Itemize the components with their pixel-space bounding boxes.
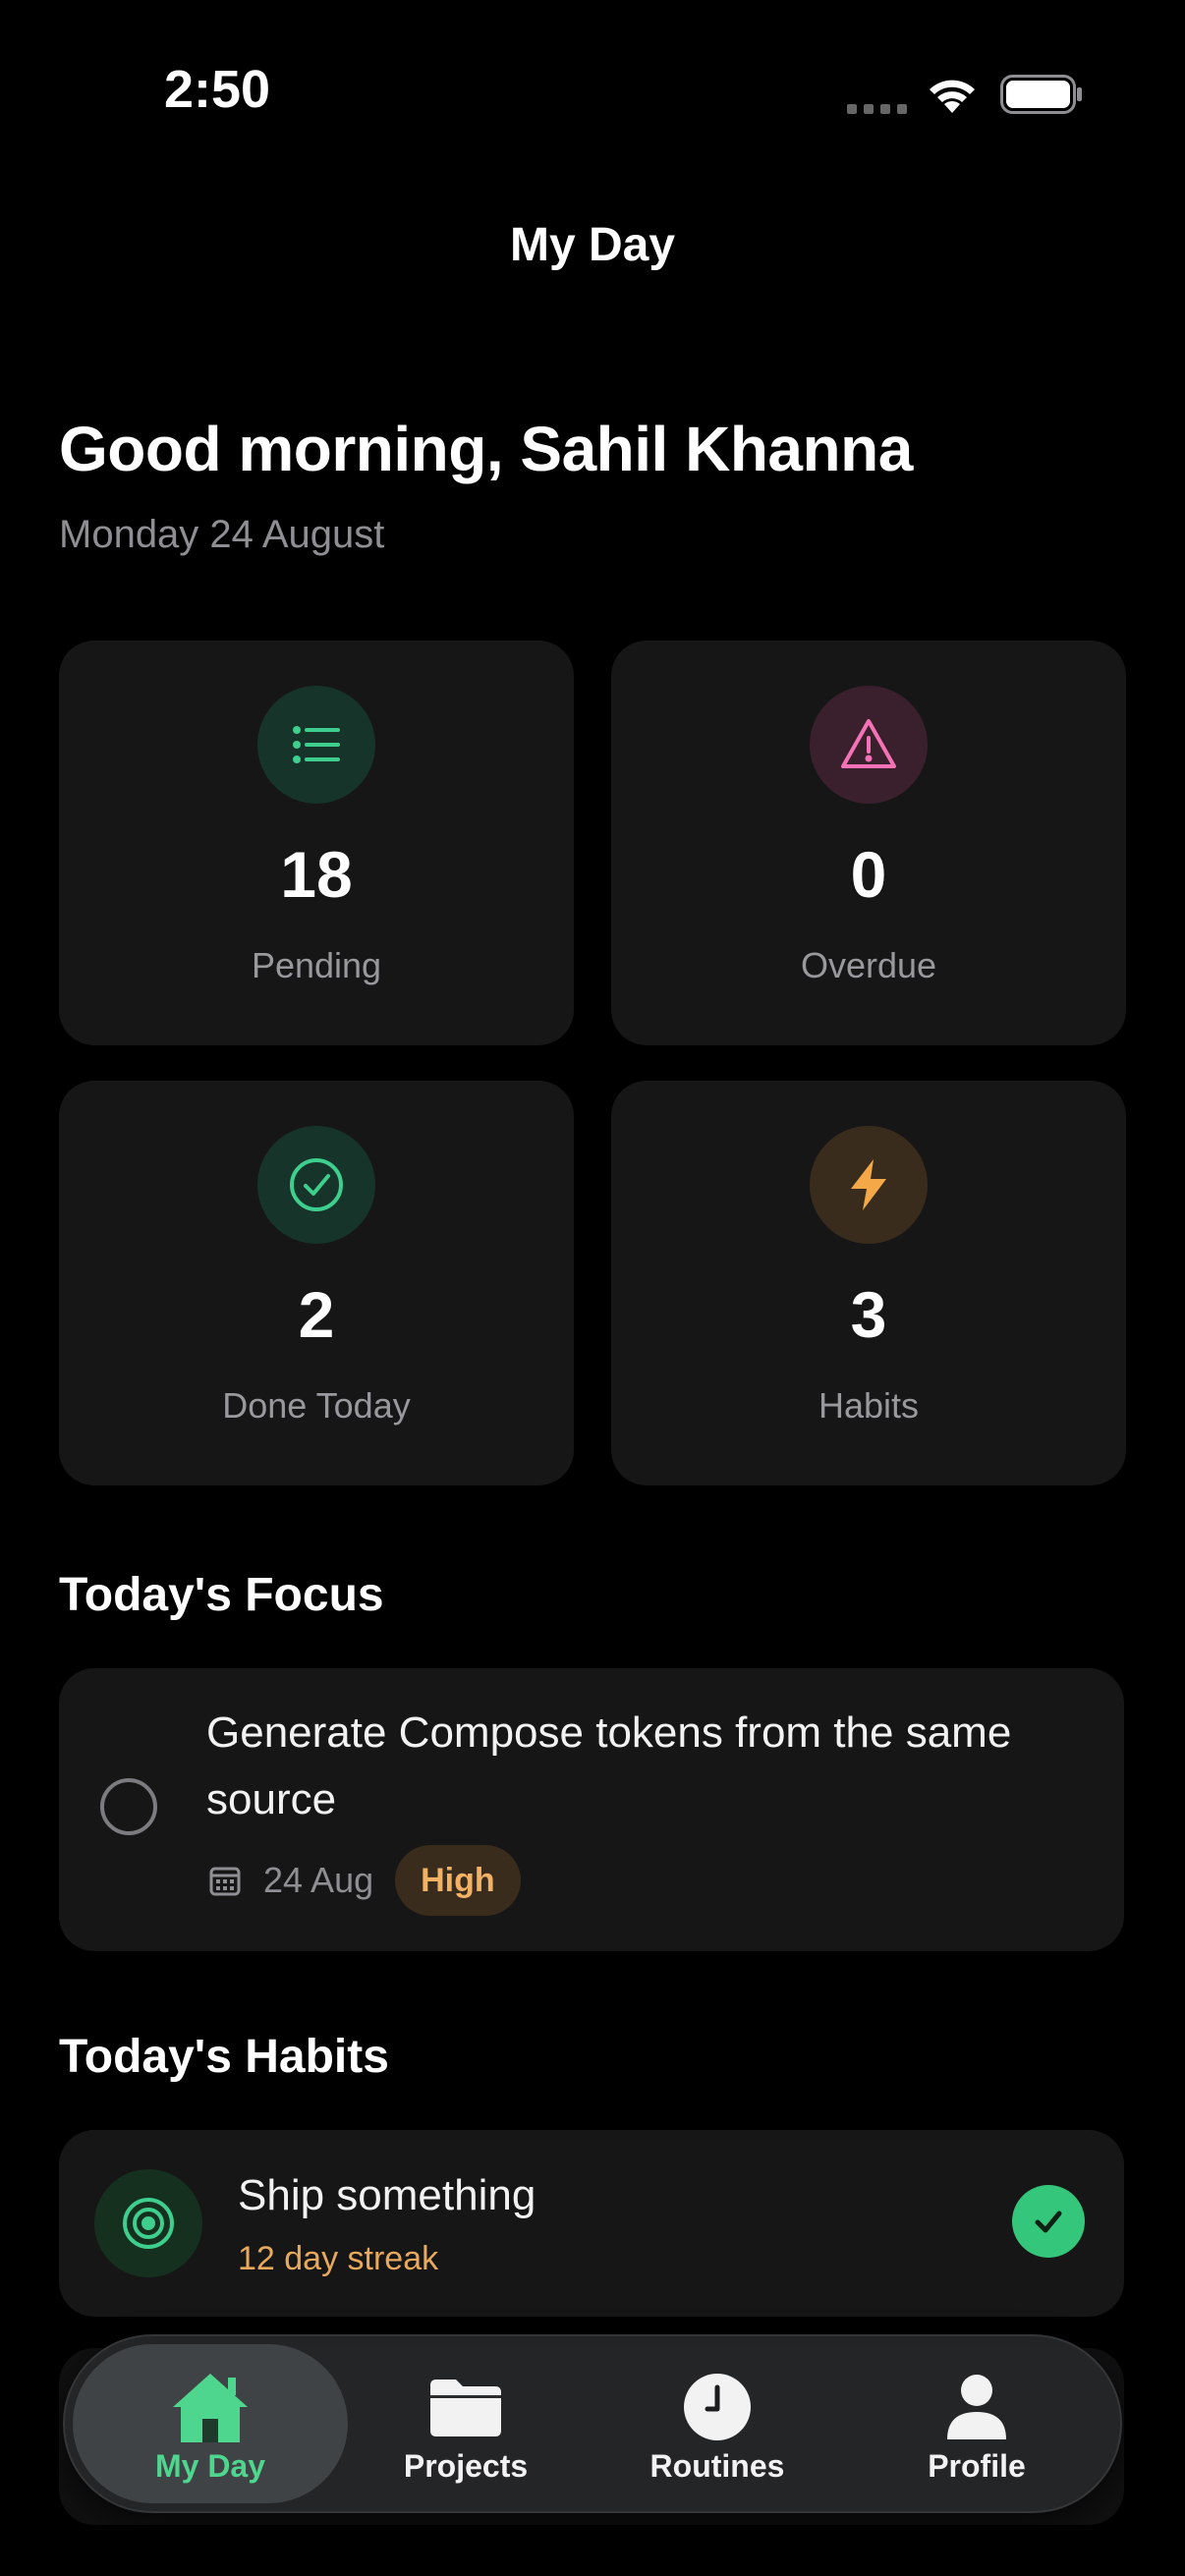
check-circle-icon — [257, 1126, 375, 1244]
habit-done-checkmark[interactable] — [1012, 2185, 1085, 2258]
tab-profile[interactable]: Profile — [888, 2334, 1065, 2513]
stat-card-done-today[interactable]: 2 Done Today — [59, 1081, 574, 1485]
target-icon — [94, 2169, 202, 2277]
tab-my-day[interactable]: My Day — [73, 2334, 348, 2513]
stat-label: Done Today — [222, 1385, 411, 1426]
clock-icon — [682, 2368, 753, 2446]
priority-badge: High — [395, 1845, 521, 1916]
tab-label: My Day — [154, 2448, 266, 2484]
list-icon — [257, 686, 375, 804]
cellular-signal-icon — [847, 104, 907, 114]
stat-card-pending[interactable]: 18 Pending — [59, 641, 574, 1045]
habit-title: Ship something — [238, 2171, 536, 2219]
page-title: My Day — [509, 219, 676, 271]
stat-label: Habits — [818, 1385, 920, 1426]
task-meta: 24 Aug High — [208, 1845, 521, 1916]
task-title: Generate Compose tokens from the same so… — [206, 1708, 1012, 1823]
battery-icon — [1000, 75, 1082, 114]
focus-task-card[interactable]: Generate Compose tokens from the same so… — [59, 1668, 1124, 1951]
tab-bar: My Day Projects Routines Profile — [63, 2334, 1122, 2513]
home-icon — [169, 2368, 252, 2446]
status-icons — [847, 69, 1083, 124]
warning-icon — [810, 686, 928, 804]
current-date: Monday 24 August — [59, 513, 385, 556]
task-complete-checkbox[interactable] — [100, 1778, 157, 1835]
stat-value: 18 — [280, 838, 353, 911]
stat-card-habits[interactable]: 3 Habits — [611, 1081, 1126, 1485]
habit-streak: 12 day streak — [238, 2240, 439, 2277]
wifi-icon — [930, 80, 975, 113]
calendar-icon — [209, 1867, 241, 1896]
tab-label: Profile — [928, 2448, 1026, 2484]
tab-projects[interactable]: Projects — [377, 2334, 554, 2513]
stat-value: 2 — [298, 1278, 335, 1351]
folder-icon — [426, 2368, 505, 2446]
status-time: 2:50 — [164, 60, 271, 119]
person-icon — [945, 2368, 1008, 2446]
tab-label: Routines — [649, 2448, 785, 2484]
greeting-heading: Good morning, Sahil Khanna — [59, 414, 913, 484]
stat-label: Overdue — [800, 945, 937, 985]
checkmark-icon — [1035, 2211, 1062, 2233]
habit-card[interactable]: Ship something 12 day streak — [59, 2130, 1124, 2317]
task-due-date: 24 Aug — [263, 1860, 374, 1900]
tab-label: Projects — [403, 2448, 529, 2484]
bolt-icon — [810, 1126, 928, 1244]
stat-label: Pending — [251, 945, 382, 985]
stat-card-overdue[interactable]: 0 Overdue — [611, 641, 1126, 1045]
section-title-focus: Today's Focus — [59, 1569, 384, 1621]
section-title-habits: Today's Habits — [59, 2031, 389, 2083]
stat-value: 0 — [850, 838, 887, 911]
stat-value: 3 — [850, 1278, 887, 1351]
tab-routines[interactable]: Routines — [619, 2334, 816, 2513]
